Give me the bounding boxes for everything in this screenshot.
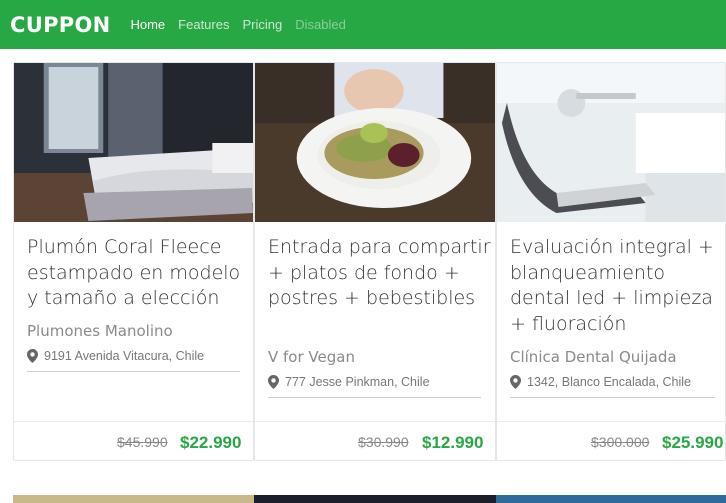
merchant-name: V for Vegan [268, 348, 355, 366]
brand-logo[interactable]: CUPPON [10, 13, 110, 37]
deal-location: 777 Jesse Pinkman, Chile [268, 375, 481, 398]
merchant-name: Plumones Manolino [27, 322, 173, 340]
next-deal-image[interactable] [496, 495, 726, 503]
top-navbar: CUPPON Home Features Pricing Disabled [0, 0, 726, 49]
new-price: $12.990 [422, 433, 484, 452]
location-text: 1342, Blanco Encalada, Chile [527, 375, 692, 389]
card-footer: $300.000 $25.990 [497, 421, 725, 461]
new-price: $22.990 [180, 433, 242, 452]
next-deal-image[interactable] [254, 495, 496, 503]
deal-image-bedroom[interactable] [14, 63, 253, 222]
deal-location: 1342, Blanco Encalada, Chile [510, 375, 715, 398]
map-marker-icon [510, 375, 521, 389]
old-price: $300.000 [591, 434, 650, 450]
old-price: $45.990 [117, 434, 168, 450]
deal-card[interactable]: Entrada para compartir + platos de fondo… [254, 62, 496, 461]
nav-link-disabled: Disabled [295, 17, 346, 32]
deal-image-salad[interactable] [255, 63, 495, 222]
deal-title[interactable]: Plumón Coral Fleece estampado en modelo … [27, 235, 249, 312]
location-text: 777 Jesse Pinkman, Chile [285, 375, 430, 389]
nav-link-features[interactable]: Features [178, 17, 229, 32]
map-marker-icon [268, 375, 279, 389]
deal-location: 9191 Avenida Vitacura, Chile [27, 349, 240, 372]
new-price: $25.990 [662, 433, 724, 452]
deal-card[interactable]: Evaluación integral + blanqueamiento den… [496, 62, 726, 461]
location-text: 9191 Avenida Vitacura, Chile [44, 349, 205, 363]
deal-image-dental[interactable] [497, 63, 725, 222]
deal-title[interactable]: Evaluación integral + blanqueamiento den… [510, 235, 725, 337]
deal-title[interactable]: Entrada para compartir + platos de fondo… [268, 235, 493, 312]
card-footer: $30.990 $12.990 [255, 421, 495, 461]
old-price: $30.990 [358, 434, 409, 450]
nav-link-home[interactable]: Home [130, 17, 165, 32]
deal-card[interactable]: Plumón Coral Fleece estampado en modelo … [13, 62, 254, 461]
merchant-name: Clínica Dental Quijada [510, 348, 677, 366]
nav-link-pricing[interactable]: Pricing [242, 17, 282, 32]
next-deal-image[interactable] [13, 495, 254, 503]
map-marker-icon [27, 349, 38, 363]
card-footer: $45.990 $22.990 [14, 421, 253, 461]
